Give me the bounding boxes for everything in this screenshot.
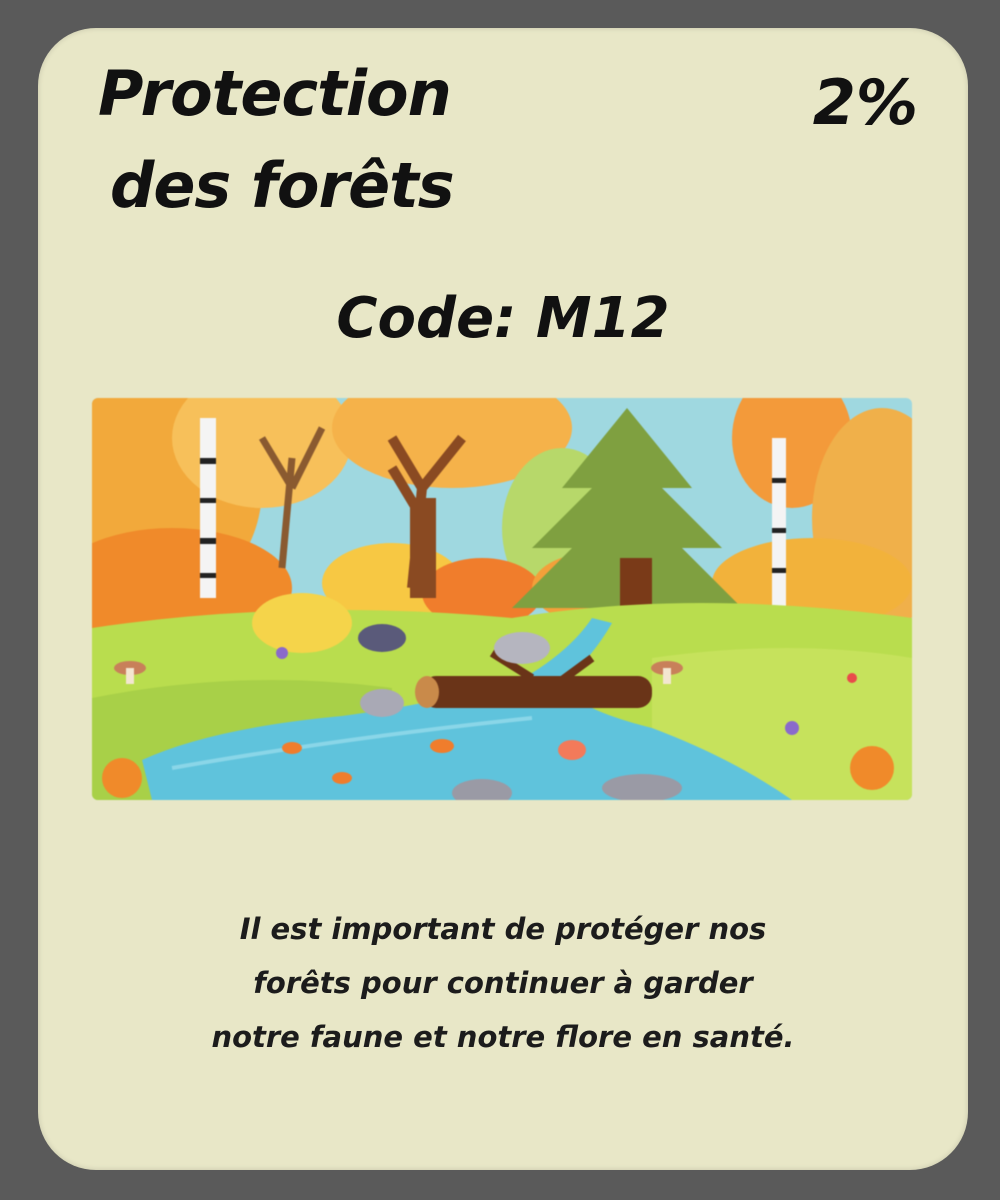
card-title-line-2: des forêts xyxy=(110,149,455,222)
description-line: notre faune et notre flore en santé. xyxy=(211,1020,795,1054)
forest-illustration-svg xyxy=(92,398,912,800)
percent-value: 2% xyxy=(812,66,918,139)
card-title: Protection des forêts xyxy=(98,48,455,232)
card: Protection des forêts 2% Code: M12 Il es… xyxy=(38,28,968,1170)
card-description: Il est important de protéger nos forêts … xyxy=(98,902,908,1064)
description-line: Il est important de protéger nos xyxy=(239,912,767,946)
card-title-line-1: Protection xyxy=(98,57,452,130)
forest-illustration xyxy=(92,398,912,800)
card-code: Code: M12 xyxy=(336,286,670,351)
description-line: forêts pour continuer à garder xyxy=(253,966,753,1000)
